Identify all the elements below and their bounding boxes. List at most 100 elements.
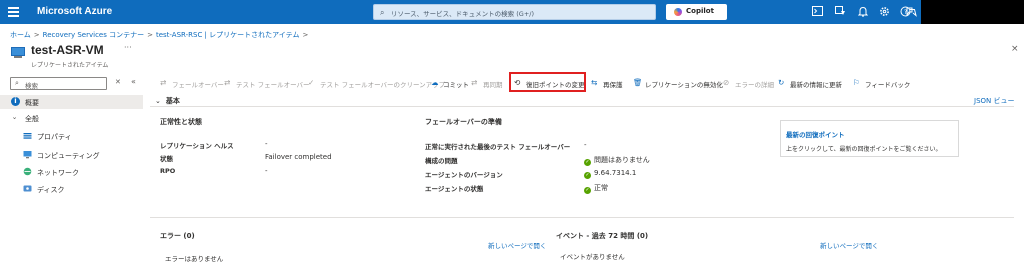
error-details-label: エラーの詳細 (735, 81, 774, 89)
test-failover-cleanup-label: テスト フェールオーバーのクリーンアップ (320, 81, 446, 89)
network-icon (23, 167, 32, 176)
breadcrumb: ホーム > Recovery Services コンテナー > test-ASR-RSC… (10, 31, 309, 39)
json-view-link[interactable]: JSON ビュー (974, 96, 1014, 106)
resync-label: 再同期 (483, 81, 503, 89)
agent-status-key: エージェントの状態 (425, 185, 484, 193)
close-button[interactable]: × (1011, 44, 1019, 54)
nav-group-general[interactable]: ⌄ 全般 (0, 111, 143, 125)
last-test-failover-value: - (584, 141, 587, 149)
chevron-down-icon: ⌄ (11, 113, 18, 121)
trash-icon: 🗑 (633, 78, 643, 87)
nav-item-overview[interactable]: i 概要 (0, 95, 143, 109)
nav-item-network[interactable]: ネットワーク (0, 165, 143, 179)
breadcrumb-replicated-items[interactable]: test-ASR-RSC | レプリケートされたアイテム (156, 31, 299, 39)
config-issues-value: ✓ 問題はありません (584, 155, 650, 166)
bell-icon[interactable] (857, 6, 869, 18)
feedback-icon: ⚐ (853, 78, 860, 87)
breadcrumb-home[interactable]: ホーム (10, 31, 31, 39)
agent-status-value: ✓ 正常 (584, 183, 608, 194)
config-issues-text: 問題はありません (594, 156, 650, 164)
chevron-down-icon: ⌄ (155, 97, 161, 105)
clear-search-icon[interactable]: ✕ (115, 78, 121, 86)
global-search-input[interactable]: ⌕ リソース、サービス、ドキュメントの検索 (G+/) (373, 4, 656, 20)
check-circle-icon: ✓ (584, 172, 591, 179)
collapse-nav-icon[interactable]: « (131, 77, 136, 86)
errors-title: エラー (0) (160, 232, 195, 240)
nav-item-label: プロパティ (37, 133, 72, 141)
nav-item-disks[interactable]: ディスク (0, 182, 143, 196)
search-icon: ⌕ (380, 8, 385, 17)
disk-icon (23, 184, 32, 193)
feedback-label: フィードバック (865, 81, 911, 89)
nav-item-label: 全般 (25, 115, 39, 123)
copilot-icon (674, 8, 682, 16)
disable-replication-label: レプリケーションの無効化 (645, 81, 723, 89)
failover-readiness-title: フェールオーバーの準備 (425, 118, 502, 126)
nav-item-label: コンピューティング (37, 152, 100, 160)
info-icon: i (11, 97, 20, 106)
redacted-account-area (921, 0, 1024, 24)
page-title: test-ASR-VM (31, 43, 104, 57)
menu-icon[interactable] (8, 7, 19, 17)
directory-filter-icon[interactable] (834, 6, 846, 18)
events-empty-text: イベントがありません (560, 253, 625, 261)
rpo-value: - (265, 167, 268, 175)
latest-recovery-point-desc: 上をクリックして、最新の回復ポイントをご覧ください。 (786, 146, 942, 153)
feedback-icon[interactable] (905, 6, 917, 18)
reprotect-icon: ⇆ (591, 78, 598, 87)
nav-search-input[interactable]: ⌕ 検索 (10, 77, 107, 90)
checkmark-icon: ✓ (308, 78, 315, 87)
health-value: - (265, 140, 268, 148)
refresh-label: 最新の情報に更新 (790, 81, 842, 89)
commit-icon: ☁ (431, 78, 439, 87)
events-title: イベント - 過去 72 時間 (0) (556, 232, 649, 240)
essentials-title: 基本 (165, 97, 180, 105)
properties-icon (23, 131, 32, 140)
agent-version-text: 9.64.7314.1 (594, 169, 637, 177)
brand-name[interactable]: Microsoft Azure (37, 6, 112, 17)
health-key: レプリケーション ヘルス (160, 142, 234, 150)
config-issues-key: 構成の問題 (425, 157, 458, 165)
terminal-icon[interactable] (811, 6, 823, 18)
essentials-toggle[interactable]: ⌄ 基本 (155, 96, 180, 106)
search-icon: ⌕ (15, 79, 19, 87)
search-placeholder: リソース、サービス、ドキュメントの検索 (G+/) (391, 10, 534, 18)
status-key: 状態 (160, 155, 173, 163)
refresh-icon: ↻ (778, 78, 785, 87)
nav-item-compute[interactable]: コンピューティング (0, 148, 143, 162)
check-circle-icon: ✓ (584, 159, 591, 166)
copilot-label: Copilot (686, 7, 714, 15)
nav-item-label: 概要 (25, 99, 39, 107)
copilot-button[interactable]: Copilot (666, 4, 727, 20)
test-failover-label: テスト フェールオーバー (236, 81, 310, 89)
agent-version-value: ✓ 9.64.7314.1 (584, 169, 636, 179)
highlight-frame (509, 72, 586, 92)
failover-icon: ⇄ (160, 78, 167, 87)
failover-label: フェールオーバー (172, 81, 224, 89)
divider (150, 217, 1014, 218)
errors-empty-text: エラーはありません (165, 255, 224, 263)
virtual-machine-icon (11, 47, 25, 58)
breadcrumb-vault[interactable]: Recovery Services コンテナー (43, 31, 144, 39)
compute-icon (23, 150, 32, 159)
errors-open-new-link[interactable]: 新しいページで開く (488, 240, 546, 250)
nav-item-properties[interactable]: プロパティ (0, 129, 143, 143)
latest-recovery-point-link[interactable]: 最新の回復ポイント (786, 129, 845, 139)
more-options-button[interactable]: ··· (124, 43, 132, 52)
agent-version-key: エージェントのバージョン (425, 171, 503, 179)
nav-item-label: ディスク (37, 186, 65, 194)
status-value: Failover completed (265, 153, 332, 161)
test-failover-icon: ⇄ (224, 78, 231, 87)
nav-item-label: ネットワーク (37, 169, 79, 177)
health-section-title: 正常性と状態 (160, 118, 202, 126)
resync-icon: ⇄ (471, 78, 478, 87)
nav-search-placeholder: 検索 (25, 82, 38, 90)
reprotect-label: 再保護 (603, 81, 623, 89)
gear-icon[interactable] (878, 6, 890, 18)
commit-label: コミット (443, 81, 469, 89)
agent-status-text: 正常 (594, 184, 608, 192)
check-circle-icon: ✓ (584, 187, 591, 194)
rpo-key: RPO (160, 167, 176, 175)
events-open-new-link[interactable]: 新しいページで開く (820, 240, 878, 250)
latest-recovery-point-card: 最新の回復ポイント 上をクリックして、最新の回復ポイントをご覧ください。 (780, 120, 959, 157)
